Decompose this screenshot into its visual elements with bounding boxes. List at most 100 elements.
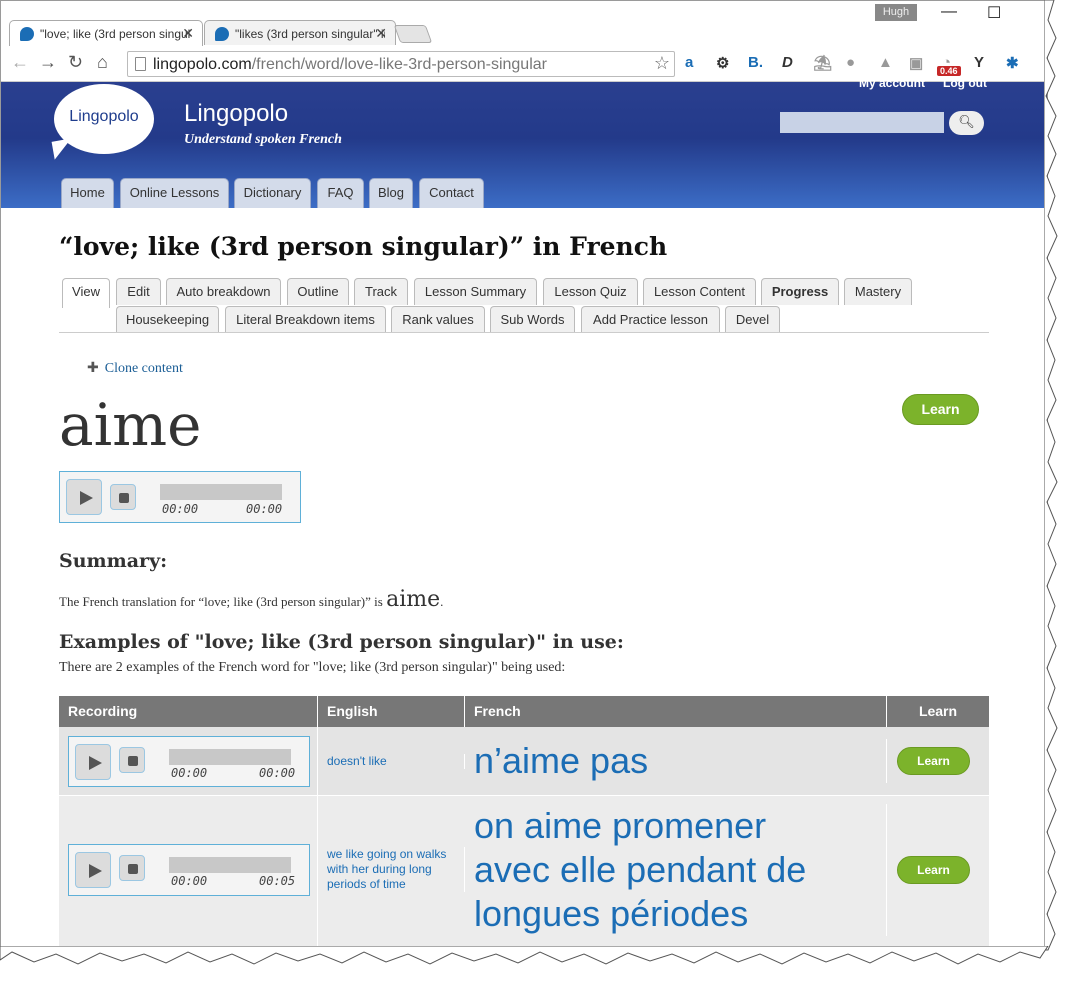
audio-player: 00:00 00:00: [68, 736, 310, 787]
tab-literal-breakdown-items[interactable]: Literal Breakdown items: [225, 306, 386, 333]
progress-bar[interactable]: [169, 857, 291, 873]
play-button[interactable]: [75, 852, 111, 888]
play-icon: [89, 756, 102, 770]
tab-lesson-quiz[interactable]: Lesson Quiz: [543, 278, 638, 305]
search-button[interactable]: 🔍︎: [949, 111, 984, 135]
menu-dictionary[interactable]: Dictionary: [234, 178, 311, 208]
summary-text: The French translation for “love; like (…: [59, 587, 444, 612]
image-extension-icon[interactable]: ▣: [909, 54, 923, 72]
drupal-extension-icon[interactable]: ●: [846, 54, 855, 71]
close-tab-icon[interactable]: ✕: [182, 25, 194, 42]
url-text: lingopolo.com/french/word/love-like-3rd-…: [153, 56, 547, 73]
search-input[interactable]: [780, 112, 944, 133]
english-cell[interactable]: doesn't like: [318, 754, 465, 769]
duration: 00:05: [259, 874, 296, 888]
menu-home[interactable]: Home: [61, 178, 114, 208]
current-time: 00:00: [171, 766, 208, 780]
french-cell[interactable]: on aime promener avec elle pendant de lo…: [465, 804, 887, 936]
play-icon: [80, 491, 93, 505]
profile-button[interactable]: Hugh: [875, 4, 917, 21]
learn-button[interactable]: Learn: [902, 394, 979, 425]
my-account-link[interactable]: My account: [859, 76, 925, 90]
reload-icon[interactable]: ↻: [68, 52, 83, 73]
torn-edge-bottom: [0, 946, 1049, 965]
tab-sub-words[interactable]: Sub Words: [490, 306, 575, 333]
header-english: English: [318, 696, 465, 727]
stop-button[interactable]: [119, 747, 145, 773]
play-icon: [89, 864, 102, 878]
home-icon[interactable]: ⌂: [97, 52, 108, 73]
tabs-divider: [59, 332, 989, 333]
bookmark-star-icon[interactable]: ☆: [654, 53, 670, 74]
tab-devel[interactable]: Devel: [725, 306, 780, 333]
header-french: French: [465, 696, 887, 727]
menu-online-lessons[interactable]: Online Lessons: [120, 178, 229, 208]
browser-tab-active[interactable]: "love; like (3rd person singular" in Fre…: [9, 20, 203, 46]
browser-tab[interactable]: "likes (3rd person singular" in French ✕: [204, 20, 396, 46]
learn-button[interactable]: Learn: [897, 856, 970, 884]
play-button[interactable]: [66, 479, 102, 515]
english-cell[interactable]: we like going on walks with her during l…: [318, 847, 465, 892]
page-title: “love; like (3rd person singular)” in Fr…: [59, 232, 668, 261]
duration: 00:00: [246, 502, 283, 516]
current-time: 00:00: [162, 502, 199, 516]
tab-mastery[interactable]: Mastery: [844, 278, 912, 305]
site-name[interactable]: Lingopolo: [184, 100, 288, 128]
d-extension-icon[interactable]: D: [782, 54, 793, 71]
b-extension-icon[interactable]: B.: [748, 54, 763, 71]
site-header: Lingopolo Lingopolo Understand spoken Fr…: [1, 76, 1047, 208]
island-extension-icon[interactable]: ⛱: [813, 54, 832, 72]
drupal-icon: [20, 27, 34, 41]
new-tab-button[interactable]: [393, 25, 433, 43]
progress-bar[interactable]: [169, 749, 291, 765]
audio-player: 00:00 00:00: [59, 471, 301, 523]
tab-housekeeping[interactable]: Housekeeping: [116, 306, 219, 333]
progress-bar[interactable]: [160, 484, 282, 500]
stop-button[interactable]: [119, 855, 145, 881]
tab-add-practice-lesson[interactable]: Add Practice lesson: [581, 306, 720, 333]
amazon-extension-icon[interactable]: a: [685, 54, 693, 71]
learn-button[interactable]: Learn: [897, 747, 970, 775]
drive-extension-icon[interactable]: ▲: [878, 54, 893, 71]
recording-cell: 00:00 00:05: [59, 796, 318, 949]
back-icon[interactable]: ←: [11, 52, 29, 73]
extension-badge: 0.46: [937, 66, 961, 76]
stop-button[interactable]: [110, 484, 136, 510]
maximize-icon[interactable]: ☐: [987, 3, 1001, 23]
recording-cell: 00:00 00:00: [59, 727, 318, 795]
stop-icon: [119, 493, 129, 503]
close-tab-icon[interactable]: ✕: [375, 25, 387, 42]
play-button[interactable]: [75, 744, 111, 780]
clone-content-link[interactable]: ✚ Clone content: [87, 360, 183, 377]
french-cell[interactable]: n’aime pas: [465, 739, 887, 783]
tab-auto-breakdown[interactable]: Auto breakdown: [166, 278, 281, 305]
settings-gear-icon[interactable]: ⚙: [716, 54, 729, 72]
tab-track[interactable]: Track: [354, 278, 408, 305]
site-logo[interactable]: Lingopolo: [54, 84, 154, 154]
y-extension-icon[interactable]: Y: [974, 54, 984, 71]
person-extension-icon[interactable]: ✱: [1006, 54, 1019, 72]
menu-blog[interactable]: Blog: [369, 178, 413, 208]
tab-outline[interactable]: Outline: [287, 278, 349, 305]
forward-icon[interactable]: →: [39, 52, 57, 73]
word-heading: aime: [59, 391, 202, 459]
logout-link[interactable]: Log out: [943, 76, 987, 90]
site-slogan: Understand spoken French: [184, 132, 342, 147]
minimize-icon[interactable]: —: [941, 3, 957, 21]
tab-edit[interactable]: Edit: [116, 278, 161, 305]
tab-view[interactable]: View: [62, 278, 110, 308]
tab-lesson-summary[interactable]: Lesson Summary: [414, 278, 537, 305]
tab-progress[interactable]: Progress: [761, 278, 839, 305]
table-row: 00:00 00:00 doesn't like n’aime pas Lear…: [59, 727, 989, 795]
browser-window: "love; like (3rd person singular" in Fre…: [0, 0, 1048, 950]
examples-intro: There are 2 examples of the French word …: [59, 660, 566, 675]
current-time: 00:00: [171, 874, 208, 888]
menu-contact[interactable]: Contact: [419, 178, 484, 208]
tab-title: "love; like (3rd person singular" in Fre…: [40, 27, 190, 41]
audio-player: 00:00 00:05: [68, 844, 310, 896]
address-bar[interactable]: lingopolo.com/french/word/love-like-3rd-…: [127, 51, 675, 77]
examples-heading: Examples of "love; like (3rd person sing…: [59, 631, 624, 653]
tab-lesson-content[interactable]: Lesson Content: [643, 278, 756, 305]
tab-rank-values[interactable]: Rank values: [391, 306, 485, 333]
menu-faq[interactable]: FAQ: [317, 178, 364, 208]
